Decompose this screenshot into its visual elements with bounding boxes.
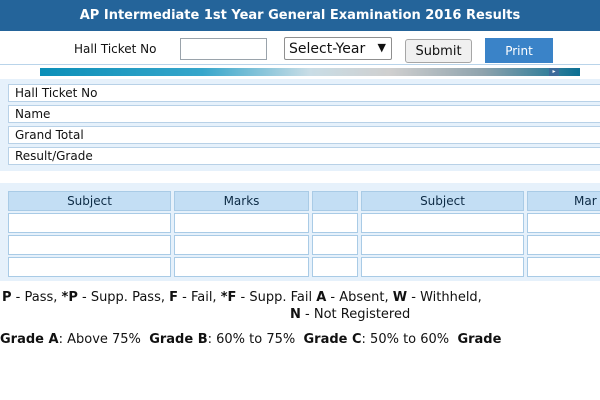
result-codes-legend-line2: N - Not Registered — [290, 307, 600, 322]
legend-text: - Supp. Pass, — [77, 290, 170, 305]
grade-code: Grade C — [303, 332, 362, 347]
legend-text: - Not Registered — [300, 307, 411, 322]
page-title: AP Intermediate 1st Year General Examina… — [0, 0, 600, 31]
legend-code: A — [316, 290, 327, 305]
info-row-grand-total: Grand Total — [8, 126, 600, 144]
search-form: Hall Ticket No Select-Year ▼ Submit Prin… — [0, 32, 600, 65]
table-cell — [527, 213, 600, 233]
grade-code: Grade A — [0, 332, 59, 347]
col-header-marks-2: Mar — [527, 191, 600, 211]
legend-text: - Pass, — [11, 290, 62, 305]
legend-code: F — [169, 290, 178, 305]
ad-close-icon[interactable]: ▸ — [549, 68, 559, 76]
info-row-result-grade: Result/Grade — [8, 147, 600, 165]
year-select[interactable]: Select-Year ▼ — [284, 37, 392, 60]
hall-ticket-label: Hall Ticket No — [74, 42, 157, 56]
hall-ticket-input[interactable] — [180, 38, 267, 60]
grade-code: Grade — [457, 332, 502, 347]
info-row-name: Name — [8, 105, 600, 123]
table-cell — [174, 235, 309, 255]
col-header-spacer — [312, 191, 358, 211]
legend-text: - Supp. Fail — [236, 290, 317, 305]
marks-table: Subject Marks Subject Mar — [0, 183, 600, 281]
table-cell — [312, 213, 358, 233]
legend-code: P — [2, 290, 12, 305]
student-info-panel: Hall Ticket No Name Grand Total Result/G… — [0, 79, 600, 171]
result-codes-legend: P - Pass, *P - Supp. Pass, F - Fail, *F … — [2, 290, 600, 305]
dropdown-arrow-icon: ▼ — [377, 41, 386, 54]
table-cell — [361, 213, 524, 233]
table-cell — [527, 235, 600, 255]
ad-banner[interactable] — [40, 68, 580, 76]
col-header-subject-2: Subject — [361, 191, 524, 211]
table-cell — [174, 257, 309, 277]
col-header-marks: Marks — [174, 191, 309, 211]
legend-code: *F — [220, 290, 237, 305]
info-row-hall-ticket: Hall Ticket No — [8, 84, 600, 102]
grade-range: : 60% to 75% — [207, 332, 296, 347]
legend-text: - Fail, — [178, 290, 221, 305]
table-cell — [527, 257, 600, 277]
table-cell — [8, 257, 171, 277]
legend-code: W — [392, 290, 408, 305]
year-select-value: Select-Year — [289, 40, 366, 57]
legend-code: N — [290, 307, 301, 322]
table-cell — [8, 213, 171, 233]
grade-range: : 50% to 60% — [361, 332, 450, 347]
table-cell — [361, 235, 524, 255]
legend-text: - Withheld, — [407, 290, 482, 305]
grade-legend: Grade A: Above 75% Grade B: 60% to 75% G… — [0, 332, 600, 347]
table-cell — [8, 235, 171, 255]
grade-code: Grade B — [149, 332, 208, 347]
table-cell — [361, 257, 524, 277]
submit-button[interactable]: Submit — [405, 39, 472, 63]
print-button[interactable]: Print — [485, 38, 553, 63]
table-cell — [312, 257, 358, 277]
table-cell — [174, 213, 309, 233]
legend-text: - Absent, — [326, 290, 393, 305]
grade-range: : Above 75% — [58, 332, 141, 347]
legend-code: *P — [61, 290, 78, 305]
col-header-subject: Subject — [8, 191, 171, 211]
table-cell — [312, 235, 358, 255]
